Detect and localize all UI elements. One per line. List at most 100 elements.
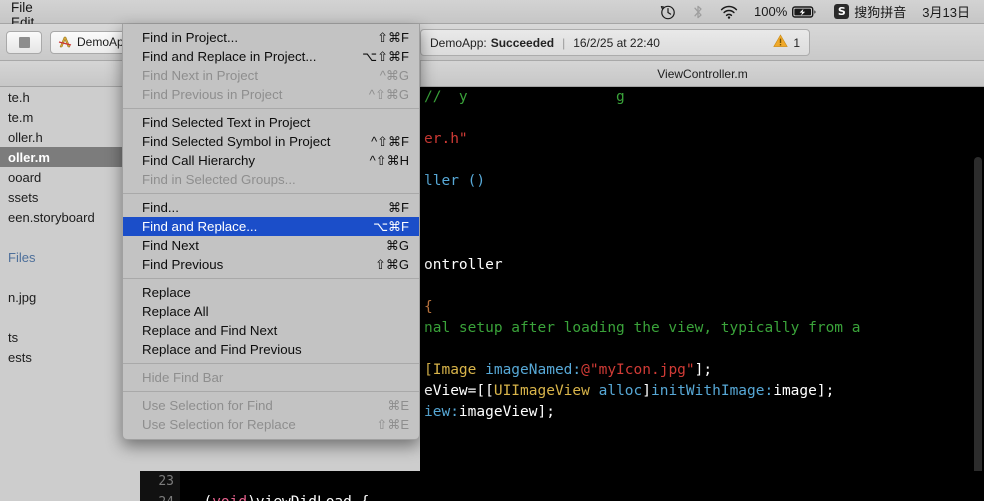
menu-bar-status-items: 100% S 搜狗拼音 3月13日 [652,0,984,23]
input-method-indicator[interactable]: S 搜狗拼音 [826,2,914,21]
menu-item-find-previous[interactable]: Find Previous ⇧⌘G [123,255,419,274]
menu-item-label: Replace [142,285,191,300]
menu-item-shortcut: ^⇧⌘G [368,86,409,102]
status-prefix: DemoApp: [430,35,487,50]
menu-item-replace[interactable]: Replace [123,283,419,302]
menu-item-find[interactable]: Find... ⌘F [123,198,419,217]
menu-item-shortcut: ⌥⇧⌘F [362,48,409,64]
menu-item-label: Replace All [142,304,209,319]
battery-status[interactable]: 100% [746,4,826,19]
menu-item-shortcut: ^⌘G [379,67,409,83]
menu-item-label: Find... [142,200,179,215]
menu-item-label: Find Call Hierarchy [142,153,256,168]
code-token: - ( [186,494,212,501]
code-line: ller () [420,171,984,192]
code-token: @"myIcon.jpg" [581,362,695,378]
menu-item-replace-all[interactable]: Replace All [123,302,419,321]
menu-item-label: Use Selection for Replace [142,417,296,432]
stop-button[interactable] [6,30,42,54]
menu-item-find-and-replace-in-project[interactable]: Find and Replace in Project... ⌥⇧⌘F [123,47,419,66]
code-token: er.h" [424,131,468,147]
menu-item-shortcut: ⌘F [388,199,409,215]
code-line: ontroller [420,255,984,276]
menu-separator [123,391,419,392]
menu-separator [123,108,419,109]
code-token: ontroller [424,257,503,273]
code-line: // y g [420,87,984,108]
menu-item-find-selected-symbol-in-project[interactable]: Find Selected Symbol in Project ^⇧⌘F [123,132,419,151]
menu-item-find-next-in-project: Find Next in Project ^⌘G [123,66,419,85]
menu-item-label: Replace and Find Next [142,323,278,338]
battery-charging-icon [792,5,818,19]
menu-item-shortcut: ⇧⌘E [376,416,409,432]
wifi-icon[interactable] [712,4,746,20]
code-token: ]; [694,362,713,378]
stop-icon [18,36,30,48]
code-token: )viewDidLoad { [247,494,369,501]
menu-item-hide-find-bar: Hide Find Bar [123,368,419,387]
menu-item-find-call-hierarchy[interactable]: Find Call Hierarchy ^⇧⌘H [123,151,419,170]
menu-item-label: Find in Selected Groups... [142,172,296,187]
xcode-app-icon [58,35,72,49]
code-token: { [424,299,433,315]
menu-separator [123,193,419,194]
warning-indicator[interactable]: 1 [773,34,800,51]
menu-item-find-previous-in-project: Find Previous in Project ^⇧⌘G [123,85,419,104]
sogou-icon: S [834,4,850,19]
code-token: // y g [424,89,625,105]
menu-item-label: Find Previous in Project [142,87,283,102]
line-number: 24 [140,492,174,501]
ime-label: 搜狗拼音 [854,5,907,20]
time-machine-icon[interactable] [652,4,684,20]
warning-icon [773,34,789,51]
menu-item-find-and-replace[interactable]: Find and Replace... ⌥⌘F [123,217,419,236]
code-token: eView=[[ [424,383,494,399]
menu-item-find-selected-text-in-project[interactable]: Find Selected Text in Project [123,113,419,132]
menu-item-label: Find Selected Text in Project [142,115,311,130]
code-token: ] [642,383,651,399]
menu-bar: FileEditViewFindNavigateEditorProductDeb… [0,0,984,165]
menu-bar-items: FileEditViewFindNavigateEditorProductDeb… [0,0,113,165]
menu-separator [123,278,419,279]
code-line: iew:imageView]; [420,402,984,423]
menu-file[interactable]: File [0,0,112,15]
menu-item-replace-and-find-previous[interactable]: Replace and Find Previous [123,340,419,359]
menu-item-label: Use Selection for Find [142,398,273,413]
code-line: nal setup after loading the view, typica… [420,318,984,339]
code-line: eView=[[UIImageView alloc]initWithImage:… [420,381,984,402]
editor-vertical-scrollbar[interactable] [974,157,982,487]
editor-line-numbers: 232425 [140,471,180,501]
menu-item-label: Find Next [142,238,199,253]
code-token: void [212,494,247,501]
menu-item-label: Find Next in Project [142,68,259,83]
clock-date[interactable]: 3月13日 [914,2,978,21]
jump-bar-filename[interactable]: ViewController.m [420,61,984,86]
menu-item-shortcut: ⇧⌘F [377,29,409,45]
menu-item-shortcut: ^⇧⌘F [371,133,409,149]
menu-item-label: Find in Project... [142,30,239,45]
code-token: nal setup after loading the view, typica… [424,320,861,336]
code-token: initWithImage: [651,383,774,399]
code-line: [Image imageNamed:@"myIcon.jpg"]; [420,360,984,381]
menu-item-find-in-project[interactable]: Find in Project... ⇧⌘F [123,28,419,47]
menu-item-replace-and-find-next[interactable]: Replace and Find Next [123,321,419,340]
warning-count: 1 [793,35,800,50]
find-menu-dropdown[interactable]: Find in Project... ⇧⌘F Find and Replace in… [122,24,420,440]
battery-percent-label: 100% [754,4,788,19]
menu-item-label: Find Previous [142,257,224,272]
build-status-bar[interactable]: DemoApp: Succeeded | 16/2/25 at 22:40 1 [420,29,810,56]
menu-item-label: Replace and Find Previous [142,342,302,357]
menu-item-use-selection-for-find: Use Selection for Find ⌘E [123,396,419,415]
bluetooth-icon[interactable] [684,4,712,20]
menu-item-find-next[interactable]: Find Next ⌘G [123,236,419,255]
menu-item-label: Hide Find Bar [142,370,224,385]
source-editor[interactable]: // y g er.h" ller () ontroller { nal setu… [420,87,984,501]
menu-item-shortcut: ⌥⌘F [373,218,409,234]
code-token: imageNamed: [485,362,582,378]
menu-item-label: Find Selected Symbol in Project [142,134,331,149]
